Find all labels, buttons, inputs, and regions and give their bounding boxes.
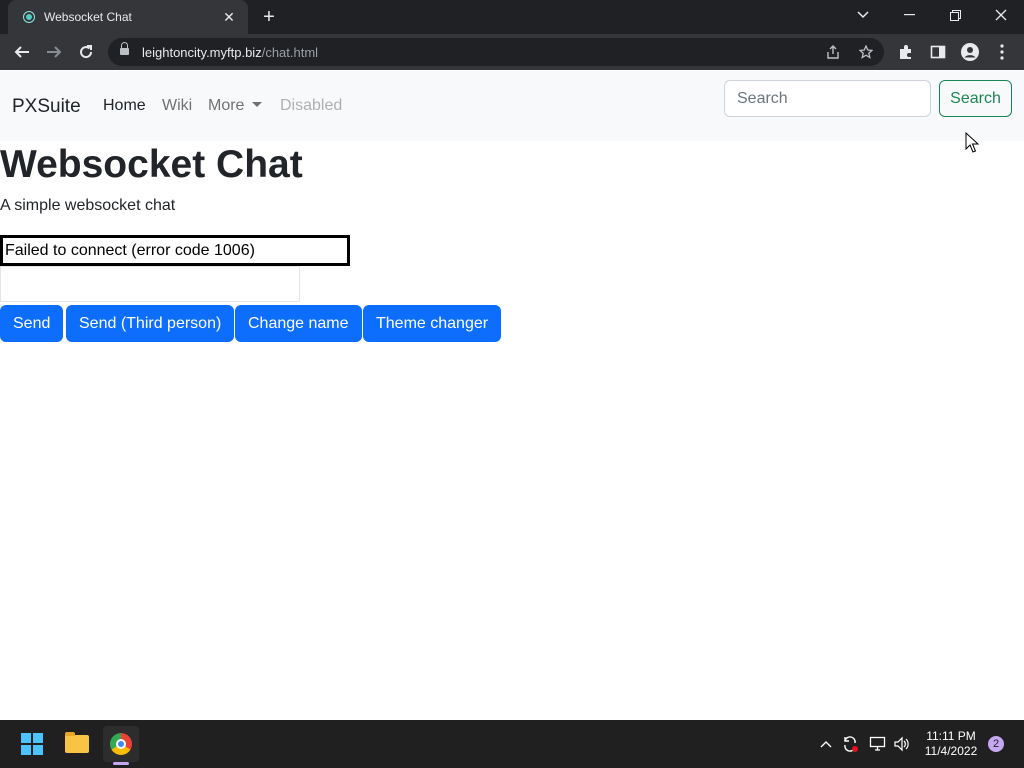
favicon-icon	[24, 12, 34, 22]
menu-kebab-icon[interactable]	[990, 40, 1014, 64]
start-button[interactable]	[14, 726, 50, 762]
nav-link-wiki[interactable]: Wiki	[162, 97, 192, 115]
profile-icon[interactable]	[958, 40, 982, 64]
browser-tab[interactable]: Websocket Chat ✕	[8, 0, 248, 34]
chrome-taskbar-button[interactable]	[103, 726, 139, 762]
restore-icon[interactable]	[932, 0, 978, 30]
folder-icon	[65, 732, 89, 753]
nav-dropdown-more[interactable]: More	[208, 97, 263, 115]
new-tab-button[interactable]: +	[258, 6, 280, 28]
windows-logo-icon	[21, 733, 43, 755]
volume-icon[interactable]	[892, 734, 912, 754]
share-icon[interactable]	[823, 43, 843, 61]
extensions-icon[interactable]	[894, 40, 918, 64]
send-button[interactable]: Send	[0, 305, 64, 342]
sync-icon[interactable]	[840, 734, 860, 754]
side-panel-icon[interactable]	[926, 40, 950, 64]
tab-search-icon[interactable]	[840, 0, 886, 30]
mouse-cursor-icon	[965, 132, 979, 153]
windows-taskbar: 11:11 PM 11/4/2022	[0, 720, 1024, 768]
clock-date: 11/4/2022	[924, 744, 978, 758]
bookmark-star-icon[interactable]	[856, 43, 876, 61]
chat-log: Failed to connect (error code 1006)	[0, 235, 350, 266]
page-title: Websocket Chat	[0, 143, 303, 186]
browser-toolbar: leightoncity.myftp.biz/chat.html	[0, 34, 1024, 70]
browser-tab-strip: Websocket Chat ✕ +	[0, 0, 1024, 34]
clock-time: 11:11 PM	[926, 729, 976, 743]
forward-icon[interactable]	[42, 40, 66, 64]
nav-link-home[interactable]: Home	[103, 97, 146, 115]
address-bar[interactable]: leightoncity.myftp.biz/chat.html	[108, 38, 884, 66]
nav-dropdown-label: More	[208, 97, 245, 114]
tab-title: Websocket Chat	[44, 10, 132, 24]
url-text: leightoncity.myftp.biz/chat.html	[142, 45, 319, 60]
close-window-icon[interactable]	[978, 0, 1024, 30]
back-icon[interactable]	[10, 40, 34, 64]
send-third-person-button[interactable]: Send (Third person)	[66, 305, 235, 342]
dropdown-caret-icon	[252, 102, 263, 107]
system-clock[interactable]: 11:11 PM 11/4/2022	[918, 729, 984, 759]
active-app-indicator	[113, 762, 129, 765]
notification-badge[interactable]: 2	[988, 736, 1004, 752]
tray-overflow-chevron-icon[interactable]	[816, 734, 836, 754]
lock-icon[interactable]	[120, 42, 129, 57]
site-navbar: PXSuite Home Wiki More Disabled Search	[0, 71, 1024, 141]
navbar-brand[interactable]: PXSuite	[12, 96, 81, 118]
change-name-button[interactable]: Change name	[235, 305, 362, 342]
search-button[interactable]: Search	[939, 80, 1012, 117]
reload-icon[interactable]	[74, 40, 98, 64]
message-input[interactable]	[0, 266, 300, 302]
page-subtitle: A simple websocket chat	[0, 197, 176, 214]
network-icon[interactable]	[868, 734, 888, 754]
chrome-icon	[110, 733, 132, 755]
minimize-icon[interactable]	[886, 0, 932, 30]
theme-changer-button[interactable]: Theme changer	[363, 305, 502, 342]
nav-link-disabled: Disabled	[280, 97, 343, 114]
search-input[interactable]	[724, 80, 931, 117]
file-explorer-button[interactable]	[59, 726, 95, 762]
tab-close-icon[interactable]: ✕	[220, 8, 238, 26]
